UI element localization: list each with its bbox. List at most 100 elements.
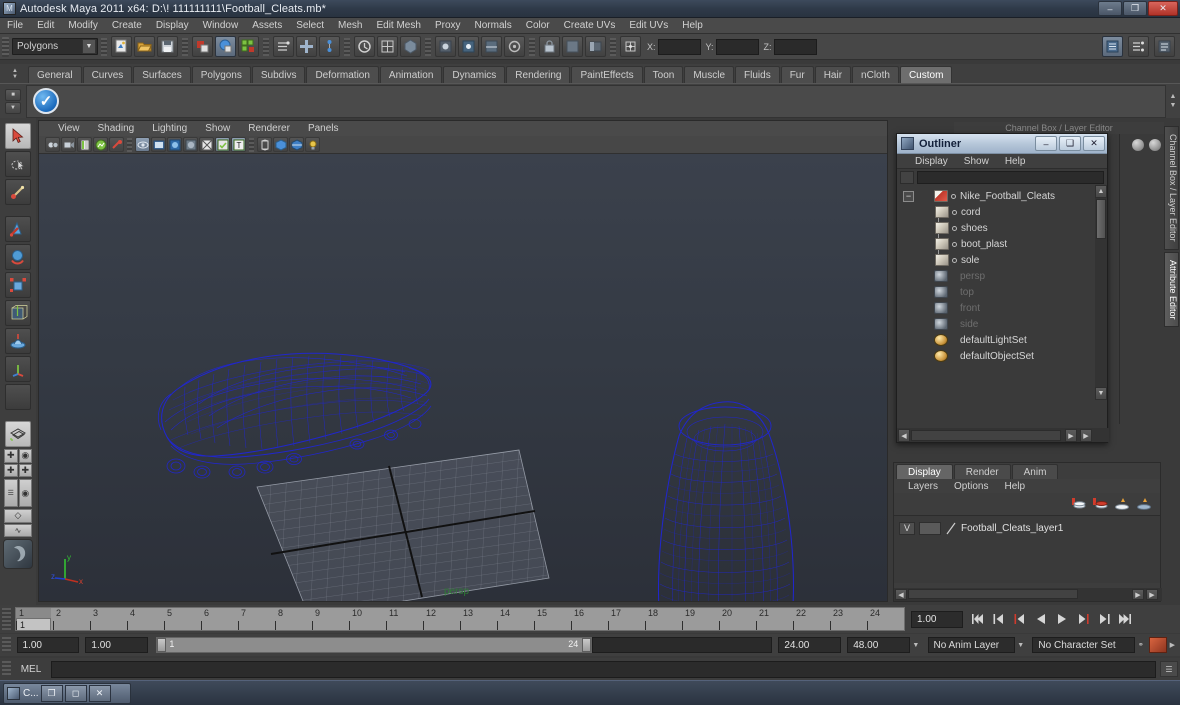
scroll-right-icon[interactable]: ▶ [1065,429,1077,442]
shelf-scroll-down-icon[interactable]: ▼ [5,101,21,114]
layer-menu-help[interactable]: Help [996,481,1033,492]
quad-tl[interactable]: ✚ [4,449,18,463]
shelf-tab-toon[interactable]: Toon [643,66,684,83]
pivot-icon[interactable] [620,36,641,57]
new-layer-from-selected-icon[interactable] [1092,497,1108,511]
menu-item-file[interactable]: File [0,18,30,34]
current-frame-indicator[interactable]: 1 [16,618,51,630]
new-layer-icon[interactable] [1070,497,1086,511]
outliner-menu-display[interactable]: Display [907,156,956,167]
hotbox-icon[interactable] [3,539,33,569]
animation-preferences-icon[interactable] [1149,637,1167,653]
menu-item-select[interactable]: Select [289,18,331,34]
quad-br[interactable]: ✚ [18,463,32,477]
outliner-item-cord[interactable]: cord [897,204,1107,220]
snap-grid-icon[interactable] [238,36,259,57]
paint-select-tool[interactable] [5,179,31,205]
outliner-item-persp[interactable]: persp [897,268,1107,284]
viewport-menu-show[interactable]: Show [196,121,239,136]
outliner-item-side[interactable]: side [897,316,1107,332]
range-slider[interactable]: 1 24 [156,637,593,653]
shelf-tab-fur[interactable]: Fur [780,66,814,83]
outliner-search-input[interactable] [917,170,1104,184]
layer-editor-hscrollbar[interactable]: ◀ ▶ ▶ [894,588,1162,601]
quad-bl[interactable]: ✚ [4,463,18,477]
four-view-layout[interactable]: ✚ ◉ ✚ ✚ [4,449,32,477]
shelf-tab-ncloth[interactable]: nCloth [852,66,899,83]
select-camera-icon[interactable] [45,137,60,152]
viewport-menu-renderer[interactable]: Renderer [239,121,299,136]
layer-down-icon[interactable] [1136,497,1152,511]
viewport-menu-shading[interactable]: Shading [89,121,144,136]
close-button[interactable]: ✕ [1148,1,1178,16]
rebuild-icon[interactable] [377,36,398,57]
safe-action-icon[interactable] [199,137,214,152]
scroll-right-end-icon[interactable]: ▶ [1080,429,1092,442]
range-slider-grip[interactable] [2,637,11,653]
play-backwards-button[interactable] [1031,609,1050,629]
soft-modification-tool[interactable] [5,328,31,354]
shelf-tab-general[interactable]: General [28,66,82,83]
shelf-tab-custom[interactable]: Custom [899,66,953,83]
xray-icon[interactable] [135,137,150,152]
step-forward-frame-button[interactable] [1073,609,1092,629]
anim-end-time-field[interactable]: 48.00 [847,637,911,653]
chevron-down-icon[interactable]: ▼ [1170,102,1177,109]
show-tool-settings-icon[interactable] [1154,36,1175,57]
layer-up-icon[interactable] [1114,497,1130,511]
go-to-start-button[interactable] [968,609,987,629]
character-set-key-icon[interactable]: ⚭ [1135,638,1146,652]
shelf-tab-dynamics[interactable]: Dynamics [443,66,506,83]
layer-scroll-left-icon[interactable]: ◀ [895,589,907,600]
character-set-dropdown[interactable]: No Character Set [1032,637,1136,653]
status-line-grip[interactable] [2,36,9,57]
shelf-tab-fluids[interactable]: Fluids [735,66,780,83]
layout-graph-bottom[interactable]: ∿ [4,523,32,537]
new-scene-icon[interactable] [111,36,132,57]
menu-item-create-uvs[interactable]: Create UVs [557,18,623,34]
chevron-down-icon[interactable]: ▼ [82,39,96,54]
menu-item-assets[interactable]: Assets [245,18,289,34]
outliner-persp-layout[interactable]: ☰ ◉ [4,479,32,507]
text-icon[interactable]: T [231,137,246,152]
smooth-proxy-icon[interactable] [400,36,421,57]
image-plane-icon[interactable] [93,137,108,152]
shelf-tab-subdivs[interactable]: Subdivs [251,66,306,83]
viewport-menu-lighting[interactable]: Lighting [143,121,196,136]
shelf-tab-surfaces[interactable]: Surfaces [133,66,191,83]
show-channel-box-icon[interactable] [1102,36,1123,57]
menu-item-window[interactable]: Window [196,18,246,34]
open-scene-icon[interactable] [134,36,155,57]
snap-curve-icon[interactable] [319,36,340,57]
lock-attribute-icon[interactable] [539,36,560,57]
layer-hscroll-thumb[interactable] [908,589,1078,599]
render-settings-icon[interactable] [273,36,294,57]
layer-editor-tab-render[interactable]: Render [953,464,1011,479]
outliner-item-defaultlightset[interactable]: defaultLightSet [897,332,1107,348]
quad-tr[interactable]: ◉ [18,449,32,463]
smooth-shade-all-icon[interactable] [273,137,288,152]
playback-end-time-field[interactable]: 24.00 [778,637,842,653]
x-coord-field[interactable] [657,38,701,55]
single-perspective-view-layout[interactable] [5,421,31,447]
redo-icon[interactable] [215,36,236,57]
3d-viewport[interactable]: y x z persp [39,154,887,601]
lighting-icon[interactable] [305,137,320,152]
playback-start-time-field[interactable]: 1.00 [85,637,149,653]
layout-persp-top[interactable]: ◇ [4,509,32,523]
shelf-options[interactable]: ▲ ▼ [1166,85,1180,118]
shelf-tab-curves[interactable]: Curves [82,66,133,83]
menu-item-color[interactable]: Color [519,18,557,34]
taskbar-window-button[interactable]: C... ❐ ◻ ✕ [3,683,131,704]
layer-scroll-right-icon[interactable]: ▶ [1132,589,1144,600]
lasso-select-tool[interactable] [5,151,31,177]
outliner-close-button[interactable]: ✕ [1083,136,1105,151]
save-scene-icon[interactable] [157,36,178,57]
shelf-tab-deformation[interactable]: Deformation [306,66,379,83]
camera-attributes-icon[interactable] [61,137,76,152]
bookmark-icon[interactable] [77,137,92,152]
field-chart-icon[interactable] [183,137,198,152]
menu-item-modify[interactable]: Modify [61,18,104,34]
snap-point-icon[interactable] [458,36,479,57]
persp-graph-layout[interactable]: ◇ ∿ [4,509,32,537]
